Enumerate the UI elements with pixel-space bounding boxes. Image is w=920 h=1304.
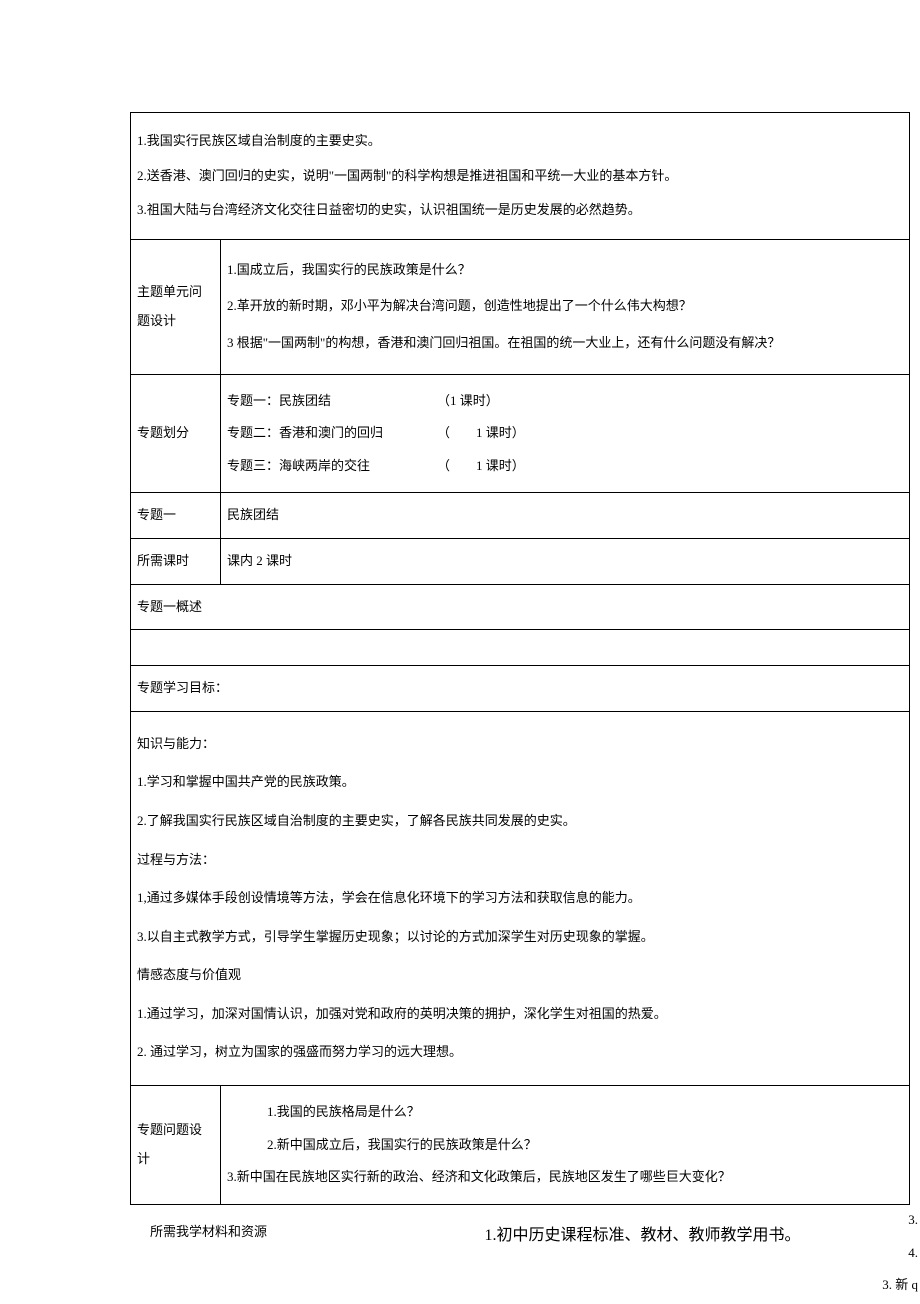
footer-row: 所需我学材料和资源 1.初中历史课程标准、教材、教师教学用书。 [150, 1221, 920, 1245]
process-1: 1,通过多媒体手段创设情境等方法，学会在信息化环境下的学习方法和获取信息的能力。 [137, 884, 903, 913]
topic-one-label: 专题一 [131, 493, 221, 539]
unit-question-3: 3 根据"一国两制"的构想，香港和澳门回归祖国。在祖国的统一大业上，还有什么问题… [227, 329, 903, 358]
topic-1-time: （1 课时） [437, 387, 903, 416]
emotion-2: 2. 通过学习，树立为国家的强盛而努力学习的远大理想。 [137, 1038, 903, 1067]
topic-row-3: 专题三：海峡两岸的交往 （ 1 课时） [227, 452, 903, 481]
topic-division-label: 专题划分 [131, 374, 221, 493]
overflow-2: 4. [882, 1239, 918, 1268]
overflow-3: 3. 新 q [882, 1271, 918, 1300]
process-2: 3.以自主式教学方式，引导学生掌握历史现象；以讨论的方式加深学生对历史现象的掌握… [137, 923, 903, 952]
emotion-1: 1.通过学习，加深对国情认识，加强对党和政府的英明决策的拥护，深化学生对祖国的热… [137, 1000, 903, 1029]
topic-questions-content: 1.我国的民族格局是什么？ 2.新中国成立后，我国实行的民族政策是什么？ 3.新… [221, 1086, 910, 1205]
materials-content: 1.初中历史课程标准、教材、教师教学用书。 [365, 1221, 920, 1245]
process-label: 过程与方法： [137, 846, 903, 875]
knowledge-1: 1.学习和掌握中国共产党的民族政策。 [137, 768, 903, 797]
blank-row [131, 630, 910, 666]
emotion-label: 情感态度与价值观 [137, 961, 903, 990]
overflow-1: 3. [882, 1206, 918, 1235]
unit-question-2: 2.革开放的新时期，邓小平为解决台湾问题，创造性地提出了一个什么伟大构想？ [227, 292, 903, 321]
unit-question-1: 1.国成立后，我国实行的民族政策是什么？ [227, 256, 903, 285]
class-hours-label: 所需课时 [131, 538, 221, 584]
knowledge-label: 知识与能力： [137, 730, 903, 759]
topic-one-value: 民族团结 [221, 493, 910, 539]
topic-division-content: 专题一：民族团结 （1 课时） 专题二：香港和澳门的回归 （ 1 课时） 专题三… [221, 374, 910, 493]
topic-row-2: 专题二：香港和澳门的回归 （ 1 课时） [227, 419, 903, 448]
topic-question-2: 2.新中国成立后，我国实行的民族政策是什么？ [227, 1131, 903, 1160]
overflow-text: 3. 4. 3. 新 q [882, 1202, 918, 1304]
topic-1-name: 专题一：民族团结 [227, 387, 437, 416]
topic-question-3: 3.新中国在民族地区实行新的政治、经济和文化政策后，民族地区发生了哪些巨大变化？ [227, 1163, 903, 1192]
topic-row-1: 专题一：民族团结 （1 课时） [227, 387, 903, 416]
topic-3-name: 专题三：海峡两岸的交往 [227, 452, 437, 481]
topic-overview-label: 专题一概述 [131, 584, 910, 630]
learning-goals-label: 专题学习目标： [131, 666, 910, 712]
top-point-1: 1.我国实行民族区域自治制度的主要史实。 [137, 127, 903, 156]
topic-question-1: 1.我国的民族格局是什么？ [227, 1098, 903, 1127]
topic-3-time: （ 1 课时） [437, 452, 903, 481]
knowledge-2: 2.了解我国实行民族区域自治制度的主要史实，了解各民族共同发展的史实。 [137, 807, 903, 836]
unit-questions-label: 主题单元问题设计 [131, 239, 221, 374]
topic-questions-label: 专题问题设计 [131, 1086, 221, 1205]
objectives-cell: 知识与能力： 1.学习和掌握中国共产党的民族政策。 2.了解我国实行民族区域自治… [131, 711, 910, 1085]
topic-2-time: （ 1 课时） [437, 419, 903, 448]
unit-questions-content: 1.国成立后，我国实行的民族政策是什么？ 2.革开放的新时期，邓小平为解决台湾问… [221, 239, 910, 374]
topic-2-name: 专题二：香港和澳门的回归 [227, 419, 437, 448]
materials-label: 所需我学材料和资源 [150, 1221, 365, 1245]
lesson-plan-table: 1.我国实行民族区域自治制度的主要史实。 2.送香港、澳门回归的史实，说明"一国… [130, 112, 910, 1205]
top-point-2: 2.送香港、澳门回归的史实，说明"一国两制"的科学构想是推进祖国和平统一大业的基… [137, 162, 903, 191]
top-points-cell: 1.我国实行民族区域自治制度的主要史实。 2.送香港、澳门回归的史实，说明"一国… [131, 113, 910, 240]
class-hours-value: 课内 2 课时 [221, 538, 910, 584]
top-point-3: 3.祖国大陆与台湾经济文化交往日益密切的史实，认识祖国统一是历史发展的必然趋势。 [137, 196, 903, 225]
